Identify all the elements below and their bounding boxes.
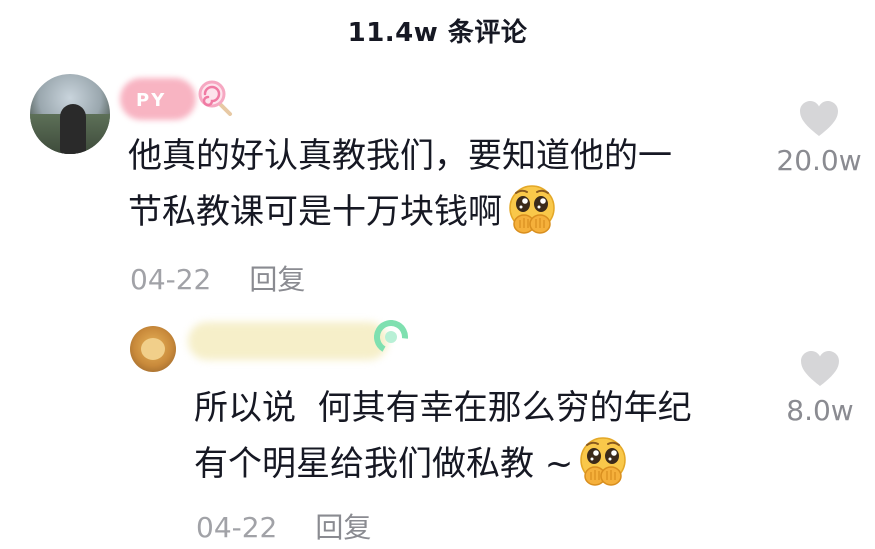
- like-button[interactable]: 8.0w: [774, 350, 866, 427]
- comment-line: 所以说 何其有幸在那么穷的年纪: [194, 388, 692, 428]
- like-button[interactable]: 20.0w: [770, 100, 868, 177]
- lollipop-icon: [198, 80, 232, 116]
- like-count: 8.0w: [786, 394, 854, 427]
- reply-button[interactable]: 回复: [315, 511, 371, 544]
- comment-date: 04-22: [196, 511, 278, 544]
- heart-icon[interactable]: [798, 100, 840, 138]
- comment-line: 有个明星给我们做私教 ~: [194, 444, 574, 484]
- reply-button[interactable]: 回复: [249, 263, 305, 296]
- comment-meta: 04-22 回复: [130, 258, 305, 298]
- green-badge-icon: [374, 320, 408, 354]
- comment-line: 他真的好认真教我们，要知道他的一: [128, 136, 672, 176]
- avatar[interactable]: [30, 74, 110, 154]
- like-count: 20.0w: [776, 144, 862, 177]
- header-title: 11.4w 条评论: [347, 18, 528, 48]
- comment-date: 04-22: [130, 263, 212, 296]
- heart-icon[interactable]: [799, 350, 841, 388]
- comment-line: 节私教课可是十万块钱啊: [128, 192, 502, 232]
- comment-meta: 04-22 回复: [196, 506, 371, 546]
- username-blurred[interactable]: [188, 322, 388, 360]
- username[interactable]: PY: [136, 90, 166, 111]
- pleading-face-covering-mouth-icon: [580, 436, 627, 486]
- comment-text: 他真的好认真教我们，要知道他的一 节私教课可是十万块钱啊: [128, 128, 672, 240]
- pleading-face-covering-mouth-icon: [509, 184, 555, 234]
- comment-text: 所以说 何其有幸在那么穷的年纪 有个明星给我们做私教 ~: [194, 380, 692, 492]
- avatar[interactable]: [130, 326, 176, 372]
